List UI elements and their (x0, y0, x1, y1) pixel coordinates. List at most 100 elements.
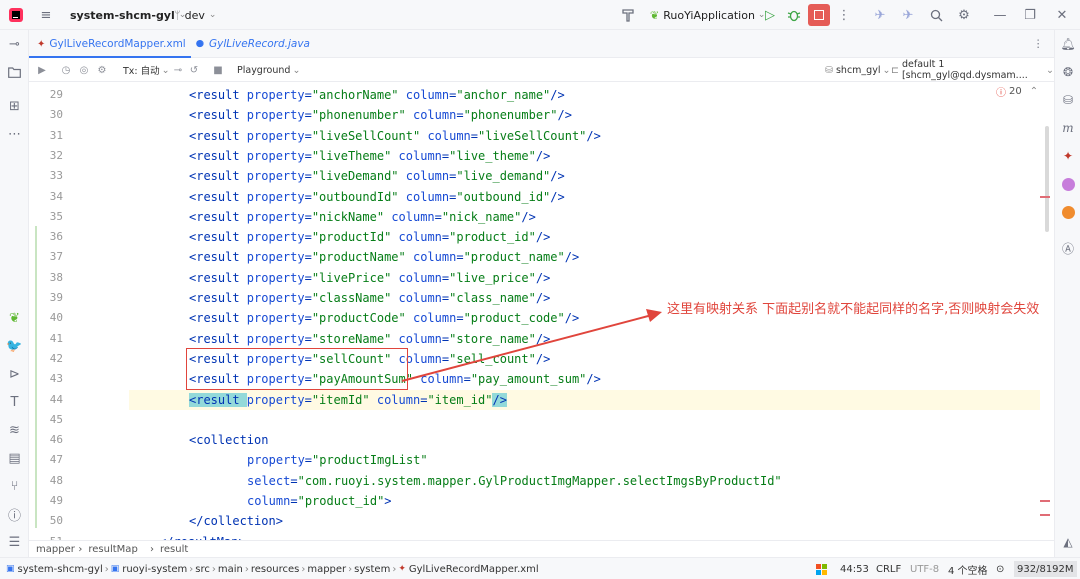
problems-icon[interactable]: ⓘ (6, 506, 23, 524)
file-encoding[interactable]: UTF-8 (910, 558, 939, 579)
indent-setting[interactable]: 4 个空格 (948, 558, 988, 579)
run-config-selector[interactable]: ❦ RuoYiApplication ⌄ (650, 0, 765, 30)
path-segment[interactable]: resources (251, 564, 299, 575)
search-icon[interactable] (928, 7, 944, 23)
terminal-icon[interactable]: ▤ (6, 450, 23, 467)
tab-mapper-xml[interactable]: ✦ GylLiveRecordMapper.xml ● (37, 30, 204, 58)
status-path: ▣ system-shcm-gyl › ▣ ruoyi-system › src ›… (6, 558, 539, 579)
project-folder-icon[interactable] (6, 64, 23, 81)
history-icon[interactable]: ◷ (59, 63, 73, 77)
code-line[interactable]: <result property="anchorName" column="an… (189, 85, 565, 105)
playground-selector[interactable]: Playground ⌄ (237, 58, 300, 82)
main-menu-icon[interactable]: ≡ (38, 7, 54, 23)
code-token: "outbound_id" (456, 189, 551, 204)
code-line[interactable]: <result property="nickName" column="nick… (189, 207, 536, 227)
build-hammer-icon[interactable]: T (6, 394, 23, 411)
spring-leaf-icon[interactable]: ❦ (6, 310, 23, 327)
line-number[interactable]: 34 (29, 187, 63, 207)
line-number[interactable]: 30 (29, 105, 63, 125)
stop-icon[interactable]: ■ (211, 63, 225, 77)
stop-button[interactable] (808, 4, 830, 26)
more-vertical-icon[interactable]: ⋮ (836, 7, 852, 23)
restore-window-icon[interactable]: ❐ (1022, 7, 1038, 23)
close-icon[interactable]: ✕ (1054, 7, 1070, 23)
debug-bug-icon[interactable] (786, 7, 802, 23)
app-logo-icon[interactable] (8, 7, 24, 23)
lock-icon[interactable]: ⊙ (996, 558, 1004, 579)
path-segment[interactable]: system (354, 564, 390, 575)
plugin-paperplane-2-icon[interactable]: ✈ (900, 7, 916, 23)
git-icon[interactable]: ⑂ (6, 478, 23, 495)
path-segment[interactable]: main (218, 564, 243, 575)
code-line[interactable]: select="com.ruoyi.system.mapper.GylProdu… (247, 471, 782, 491)
structure-icon[interactable]: ⊞ (6, 98, 23, 115)
tx-mode-selector[interactable]: Tx: 自动 ⌄ (123, 58, 170, 82)
scroll-thumb[interactable] (1045, 126, 1049, 232)
line-number[interactable]: 32 (29, 146, 63, 166)
code-line[interactable]: property="productImgList" (247, 450, 428, 470)
code-line[interactable]: <result property="liveDemand" column="li… (189, 166, 565, 186)
tabs-menu-icon[interactable]: ⋮ (1033, 30, 1044, 58)
path-segment[interactable]: ruoyi-system (122, 564, 187, 575)
services-run-icon[interactable]: ⊳ (6, 366, 23, 383)
branch-selector[interactable]: ᛘ dev ⌄ (174, 0, 216, 30)
layers-icon[interactable]: ≋ (6, 422, 23, 439)
translate-icon[interactable]: Ⓐ (1060, 240, 1076, 256)
code-line[interactable]: <result property="phonenumber" column="p… (189, 105, 572, 125)
code-line[interactable]: <result property="productName" column="p… (189, 247, 579, 267)
code-line[interactable]: <collection (189, 430, 268, 450)
more-horizontal-icon[interactable]: ⋯ (6, 126, 23, 143)
line-number[interactable]: 31 (29, 126, 63, 146)
code-line[interactable]: <result property="productId" column="pro… (189, 227, 550, 247)
commit-icon[interactable]: ⊸ (6, 36, 23, 53)
path-segment[interactable]: src (195, 564, 210, 575)
code-line[interactable]: </collection> (189, 511, 283, 531)
cancel-icon[interactable]: ◎ (77, 63, 91, 77)
vertical-scrollbar[interactable] (1040, 82, 1054, 540)
path-segment[interactable]: system-shcm-gyl (18, 564, 103, 575)
line-number[interactable]: 29 (29, 85, 63, 105)
code-line[interactable]: <result property="outboundId" column="ou… (189, 187, 565, 207)
line-separator[interactable]: CRLF (876, 558, 901, 579)
project-selector[interactable]: system-shcm-gyl ⌄ (70, 0, 186, 30)
power-save-icon[interactable]: ◭ (1060, 534, 1076, 550)
breadcrumb-item[interactable]: resultMap (88, 541, 137, 558)
datasource-selector[interactable]: ⊏ default 1 [shcm_gyl@qd.dysmam.... ⌄ (891, 58, 1054, 82)
tab-record-java[interactable]: © GylLiveRecord.java (195, 30, 310, 58)
plugin-orange-icon[interactable] (1060, 204, 1076, 220)
line-number[interactable]: 35 (29, 207, 63, 227)
codegen-icon[interactable] (1060, 176, 1076, 192)
breadcrumb-item[interactable]: mapper (36, 541, 75, 558)
rollback-icon[interactable]: ↺ (187, 63, 201, 77)
commit-icon[interactable]: ⊸ (171, 63, 185, 77)
code-line[interactable]: </resultMap> (159, 532, 246, 540)
code-line[interactable]: <result property="liveSellCount" column=… (189, 126, 601, 146)
code-line[interactable]: <result property="liveTheme" column="liv… (189, 146, 550, 166)
settings-gear-icon[interactable]: ⚙ (956, 7, 972, 23)
run-icon[interactable]: ▷ (762, 7, 778, 23)
breadcrumb-item[interactable]: result (160, 541, 188, 558)
todo-icon[interactable]: ☰ (6, 534, 23, 551)
memory-indicator[interactable]: 932/8192M (1014, 561, 1077, 577)
notifications-bell-icon[interactable]: 🔔︎ (1060, 36, 1076, 52)
line-number[interactable]: 33 (29, 166, 63, 186)
ai-assistant-icon[interactable]: ❂ (1060, 64, 1076, 80)
plugin-paperplane-icon[interactable]: ✈ (872, 7, 888, 23)
path-segment[interactable]: mapper (307, 564, 346, 575)
code-line[interactable]: column="product_id"> (247, 491, 392, 511)
path-segment[interactable]: GylLiveRecordMapper.xml (409, 564, 539, 575)
minimize-icon[interactable]: — (992, 7, 1008, 23)
build-hammer-icon[interactable] (620, 7, 636, 23)
settings-gear-icon[interactable]: ⚙ (95, 63, 109, 77)
schema-selector[interactable]: ⛁ shcm_gyl ⌄ (825, 58, 890, 82)
code-token: column (398, 270, 442, 285)
cursor-position[interactable]: 44:53 (840, 558, 869, 579)
code-line[interactable]: <result property="livePrice" column="liv… (189, 268, 550, 288)
database-icon[interactable]: ⛁ (1060, 92, 1076, 108)
maven-icon[interactable]: m (1060, 120, 1076, 136)
mybatis-bird-icon[interactable]: 🐦 (6, 338, 23, 355)
mybatis-bird-icon[interactable]: ✦ (1060, 148, 1076, 164)
code-line[interactable]: <result property="itemId" column="item_i… (189, 390, 507, 410)
execute-icon[interactable]: ▶ (35, 63, 49, 77)
code-token: "phonenumber" (311, 108, 406, 123)
